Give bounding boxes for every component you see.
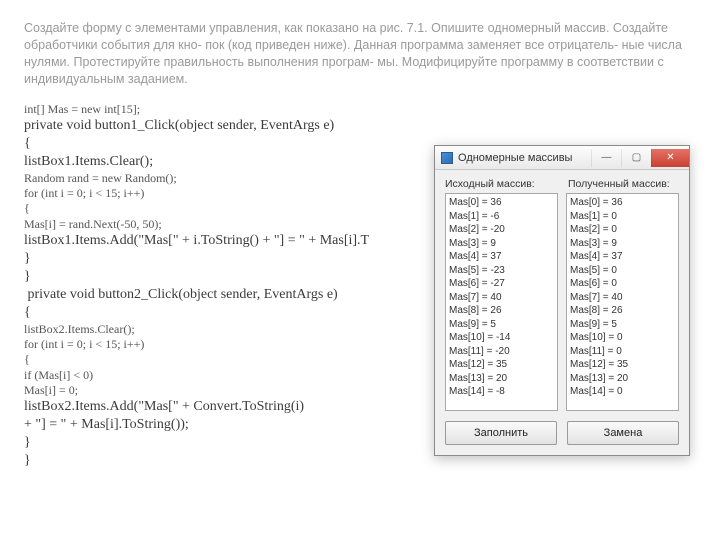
- list-item[interactable]: Mas[2] = -20: [449, 223, 554, 237]
- list-item[interactable]: Mas[8] = 26: [570, 304, 675, 318]
- fill-button[interactable]: Заполнить: [445, 421, 557, 445]
- list-item[interactable]: Mas[0] = 36: [449, 196, 554, 210]
- list-item[interactable]: Mas[5] = 0: [570, 264, 675, 278]
- list-item[interactable]: Mas[12] = 35: [570, 358, 675, 372]
- list-item[interactable]: Mas[11] = -20: [449, 345, 554, 359]
- replace-button[interactable]: Замена: [567, 421, 679, 445]
- list-item[interactable]: Mas[3] = 9: [449, 237, 554, 251]
- maximize-button[interactable]: ▢: [621, 149, 651, 167]
- list-item[interactable]: Mas[4] = 37: [449, 250, 554, 264]
- label-result: Полученный массив:: [568, 178, 679, 190]
- window-title: Одномерные массивы: [458, 152, 572, 164]
- list-item[interactable]: Mas[8] = 26: [449, 304, 554, 318]
- titlebar: Одномерные массивы — ▢ ✕: [435, 146, 689, 170]
- list-item[interactable]: Mas[9] = 5: [449, 318, 554, 332]
- list-item[interactable]: Mas[5] = -23: [449, 264, 554, 278]
- list-item[interactable]: Mas[6] = 0: [570, 277, 675, 291]
- list-item[interactable]: Mas[4] = 37: [570, 250, 675, 264]
- list-item[interactable]: Mas[14] = -8: [449, 385, 554, 399]
- list-item[interactable]: Mas[12] = 35: [449, 358, 554, 372]
- list-item[interactable]: Mas[1] = -6: [449, 210, 554, 224]
- list-item[interactable]: Mas[3] = 9: [570, 237, 675, 251]
- minimize-button[interactable]: —: [591, 149, 621, 167]
- list-item[interactable]: Mas[7] = 40: [570, 291, 675, 305]
- list-item[interactable]: Mas[10] = 0: [570, 331, 675, 345]
- app-window: Одномерные массивы — ▢ ✕ Исходный массив…: [434, 145, 690, 456]
- list-item[interactable]: Mas[6] = -27: [449, 277, 554, 291]
- listbox-source[interactable]: Mas[0] = 36Mas[1] = -6Mas[2] = -20Mas[3]…: [445, 193, 558, 411]
- list-item[interactable]: Mas[2] = 0: [570, 223, 675, 237]
- list-item[interactable]: Mas[14] = 0: [570, 385, 675, 399]
- list-item[interactable]: Mas[13] = 20: [570, 372, 675, 386]
- list-item[interactable]: Mas[11] = 0: [570, 345, 675, 359]
- close-button[interactable]: ✕: [651, 149, 689, 167]
- code-line: private void button1_Click(object sender…: [24, 117, 696, 135]
- app-icon: [441, 152, 453, 164]
- instruction-text: Создайте форму с элементами управления, …: [24, 20, 696, 88]
- code-line: int[] Mas = new int[15];: [24, 102, 696, 117]
- label-source: Исходный массив:: [445, 178, 556, 190]
- list-item[interactable]: Mas[0] = 36: [570, 196, 675, 210]
- list-item[interactable]: Mas[1] = 0: [570, 210, 675, 224]
- listbox-result[interactable]: Mas[0] = 36Mas[1] = 0Mas[2] = 0Mas[3] = …: [566, 193, 679, 411]
- list-item[interactable]: Mas[7] = 40: [449, 291, 554, 305]
- list-item[interactable]: Mas[10] = -14: [449, 331, 554, 345]
- list-item[interactable]: Mas[9] = 5: [570, 318, 675, 332]
- list-item[interactable]: Mas[13] = 20: [449, 372, 554, 386]
